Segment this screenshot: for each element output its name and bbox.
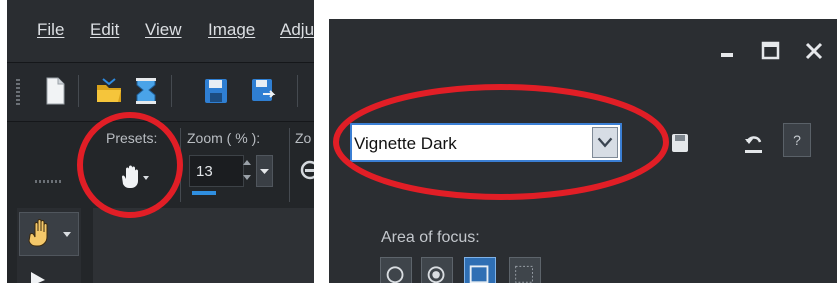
focus-ring-button[interactable]	[421, 257, 453, 283]
paint-app-window: File Edit View Image Adju Presets: Zoom …	[7, 0, 314, 283]
menu-view[interactable]: View	[145, 20, 182, 40]
circle-focus-icon	[386, 266, 404, 283]
open-folder-icon[interactable]	[95, 76, 123, 106]
preset-dropdown-button[interactable]	[592, 127, 618, 158]
zoom-dropdown-button[interactable]	[256, 155, 273, 187]
presets-dropdown-button[interactable]	[118, 164, 150, 190]
options-separator	[289, 128, 290, 202]
tool-options-bar: Presets: Zoom ( % ): 13 Zo	[7, 122, 314, 208]
toolbar-separator	[78, 75, 79, 107]
zoom-stepper[interactable]	[240, 154, 254, 186]
browse-icon[interactable]	[132, 76, 160, 106]
zoom-value: 13	[196, 163, 213, 180]
workspace-area[interactable]	[93, 208, 314, 283]
save-preset-icon[interactable]	[669, 131, 691, 155]
preset-select-value: Vignette Dark	[354, 134, 457, 153]
focus-grid-button[interactable]	[509, 257, 541, 283]
tools-palette	[17, 208, 81, 283]
menu-file[interactable]: File	[37, 20, 64, 40]
standard-toolbar	[7, 63, 314, 122]
menu-edit[interactable]: Edit	[90, 20, 119, 40]
focus-circle-button[interactable]	[380, 257, 412, 283]
toolbar-separator	[297, 75, 298, 107]
reset-icon[interactable]	[742, 130, 766, 156]
help-button[interactable]: ?	[783, 123, 811, 157]
new-file-icon[interactable]	[41, 76, 69, 106]
maximize-icon[interactable]	[761, 41, 781, 61]
zoom-label: Zoom ( % ):	[187, 130, 261, 146]
save-icon[interactable]	[202, 76, 230, 106]
pick-tool-icon[interactable]	[29, 272, 49, 283]
chevron-down-icon	[260, 169, 269, 174]
pan-tool-button[interactable]	[19, 212, 79, 256]
zoom-input[interactable]: 13	[189, 155, 244, 187]
presets-label: Presets:	[106, 130, 158, 146]
grid-focus-icon	[515, 265, 533, 283]
truncated-label: Zo	[295, 130, 312, 146]
menu-adjust[interactable]: Adju	[280, 20, 314, 40]
minimize-icon[interactable]	[718, 41, 738, 61]
zoom-out-icon[interactable]	[299, 159, 314, 181]
chevron-down-icon	[597, 137, 613, 148]
options-separator	[180, 128, 181, 202]
effect-dialog: Vignette Dark ? Area of focus:	[329, 19, 837, 283]
toolbar-grip[interactable]	[16, 79, 20, 105]
close-icon[interactable]	[804, 41, 824, 61]
menu-bar: File Edit View Image Adju	[7, 0, 314, 63]
pan-tool-icon	[28, 219, 71, 247]
zoom-slider-fill	[192, 191, 216, 195]
save-as-icon[interactable]	[249, 76, 277, 106]
area-of-focus-label: Area of focus:	[381, 229, 480, 246]
preset-select[interactable]: Vignette Dark	[350, 123, 622, 162]
pan-hand-icon	[122, 165, 138, 188]
menu-image[interactable]: Image	[208, 20, 255, 40]
ring-focus-icon	[427, 266, 445, 283]
toolbar-separator	[171, 75, 172, 107]
focus-rectangle-button[interactable]	[464, 257, 496, 283]
options-grip[interactable]	[35, 180, 61, 183]
rectangle-focus-icon	[469, 265, 489, 283]
